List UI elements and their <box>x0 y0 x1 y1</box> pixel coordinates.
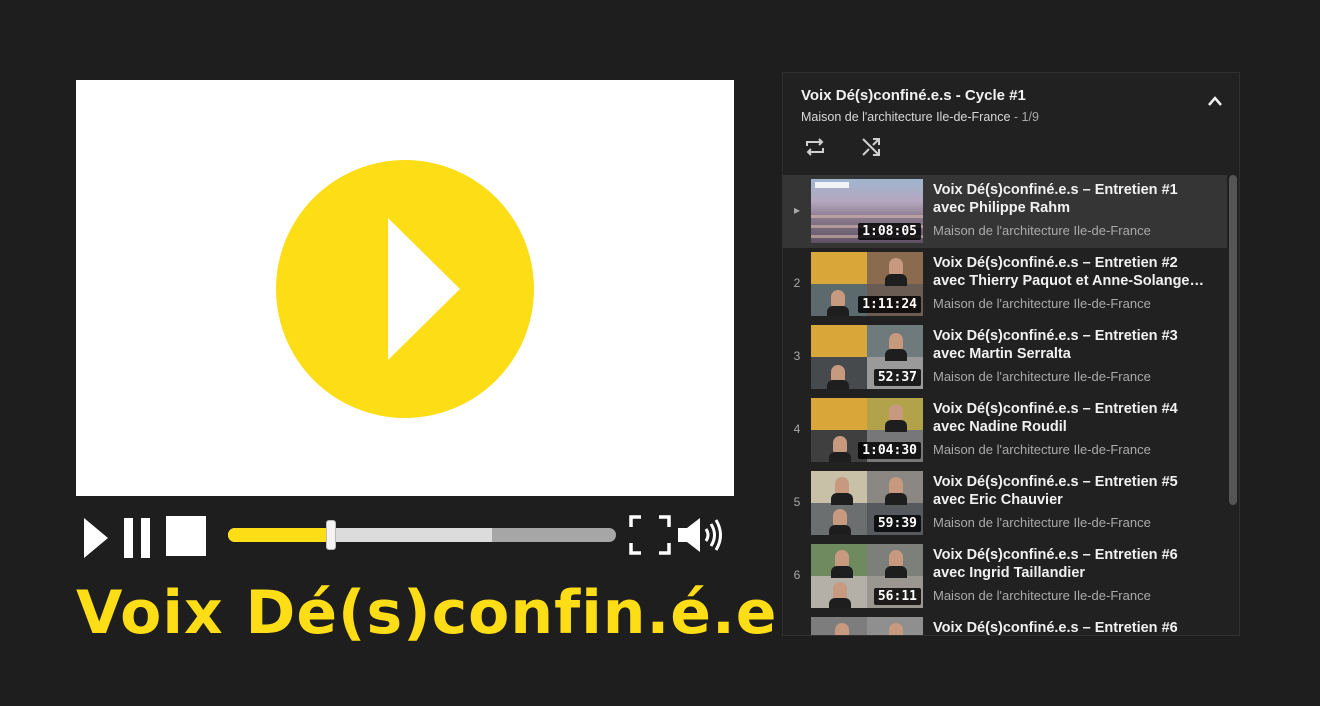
video-thumbnail: 59:39 <box>811 471 923 535</box>
video-thumbnail: 1:08:05 <box>811 179 923 243</box>
big-play-button[interactable] <box>276 160 534 418</box>
video-channel: Maison de l'architecture Ile-de-France <box>933 369 1151 384</box>
playlist-subtitle: Maison de l'architecture Ile-de-France -… <box>801 110 1039 124</box>
video-channel: Maison de l'architecture Ile-de-France <box>933 515 1151 530</box>
player-controls <box>76 512 736 558</box>
video-title: Voix Dé(s)confiné.e.s – Entretien #5 ave… <box>933 474 1178 508</box>
video-channel: Maison de l'architecture Ile-de-France <box>933 223 1151 238</box>
loop-icon[interactable] <box>803 135 827 159</box>
item-index: 5 <box>793 495 801 509</box>
fullscreen-icon[interactable] <box>629 515 671 555</box>
playlist-item[interactable]: Voix Dé(s)confiné.e.s – Entretien #6 <box>783 613 1227 636</box>
video-channel: Maison de l'architecture Ile-de-France <box>933 588 1151 603</box>
playlist-item[interactable]: 5 59:39 Voix Dé(s)confiné.e.s – Entretie… <box>783 467 1227 540</box>
video-thumbnail: 56:11 <box>811 544 923 608</box>
playlist-item[interactable]: 6 56:11 Voix Dé(s)confiné.e.s – Entretie… <box>783 540 1227 613</box>
video-title: Voix Dé(s)confiné.e.s – Entretien #6 <box>933 620 1178 636</box>
video-duration: 59:39 <box>873 515 921 532</box>
video-thumbnail: 52:37 <box>811 325 923 389</box>
video-duration: 1:11:24 <box>858 296 921 313</box>
seek-progress <box>228 528 333 542</box>
playlist-header: Voix Dé(s)confiné.e.s - Cycle #1 Maison … <box>783 73 1239 175</box>
video-title: Voix Dé(s)confiné.e.s – Entretien #4 ave… <box>933 401 1178 435</box>
brand-title: Voix Dé(s)confin.é.e.s <box>76 578 838 648</box>
playlist-item[interactable]: 3 52:37 Voix Dé(s)confiné.e.s – Entretie… <box>783 321 1227 394</box>
shuffle-icon[interactable] <box>859 135 883 159</box>
playlist-item[interactable]: 4 1:04:30 Voix Dé(s)confiné.e.s – Entret… <box>783 394 1227 467</box>
item-index: 3 <box>793 349 801 363</box>
video-duration: 52:37 <box>873 369 921 386</box>
now-playing-indicator: ▸ <box>793 203 801 217</box>
play-icon[interactable] <box>84 518 110 558</box>
seek-handle[interactable] <box>326 520 336 550</box>
video-channel: Maison de l'architecture Ile-de-France <box>933 296 1151 311</box>
video-duration: 1:04:30 <box>858 442 921 459</box>
video-title: Voix Dé(s)confiné.e.s – Entretien #2 ave… <box>933 255 1204 289</box>
video-duration: 1:08:05 <box>858 223 921 240</box>
video-screen[interactable] <box>76 80 734 496</box>
playlist-scrollbar[interactable] <box>1229 175 1237 505</box>
play-icon <box>388 218 460 360</box>
pause-icon[interactable] <box>124 518 152 558</box>
video-duration: 56:11 <box>873 588 921 605</box>
volume-icon[interactable] <box>678 517 728 553</box>
video-thumbnail: 1:11:24 <box>811 252 923 316</box>
video-title: Voix Dé(s)confiné.e.s – Entretien #1 ave… <box>933 182 1178 216</box>
playlist-channel[interactable]: Maison de l'architecture Ile-de-France <box>801 110 1010 124</box>
chevron-up-icon[interactable] <box>1207 95 1223 107</box>
item-index: 2 <box>793 276 801 290</box>
stop-button[interactable] <box>166 516 206 556</box>
playlist-position: - 1/9 <box>1010 110 1039 124</box>
item-index: 4 <box>793 422 801 436</box>
video-title: Voix Dé(s)confiné.e.s – Entretien #3 ave… <box>933 328 1178 362</box>
playlist-item[interactable]: ▸ 1:08:05 Voix Dé(s)confiné.e.s – Entret… <box>783 175 1227 248</box>
playlist-panel: Voix Dé(s)confiné.e.s - Cycle #1 Maison … <box>782 72 1240 636</box>
playlist-title[interactable]: Voix Dé(s)confiné.e.s - Cycle #1 <box>801 87 1026 104</box>
item-index: 6 <box>793 568 801 582</box>
video-thumbnail: 1:04:30 <box>811 398 923 462</box>
playlist-item[interactable]: 2 1:11:24 Voix Dé(s)confiné.e.s – Entret… <box>783 248 1227 321</box>
video-title: Voix Dé(s)confiné.e.s – Entretien #6 ave… <box>933 547 1178 581</box>
playlist-items: ▸ 1:08:05 Voix Dé(s)confiné.e.s – Entret… <box>783 175 1227 636</box>
video-channel: Maison de l'architecture Ile-de-France <box>933 442 1151 457</box>
video-thumbnail <box>811 617 923 635</box>
seek-bar[interactable] <box>228 528 616 542</box>
